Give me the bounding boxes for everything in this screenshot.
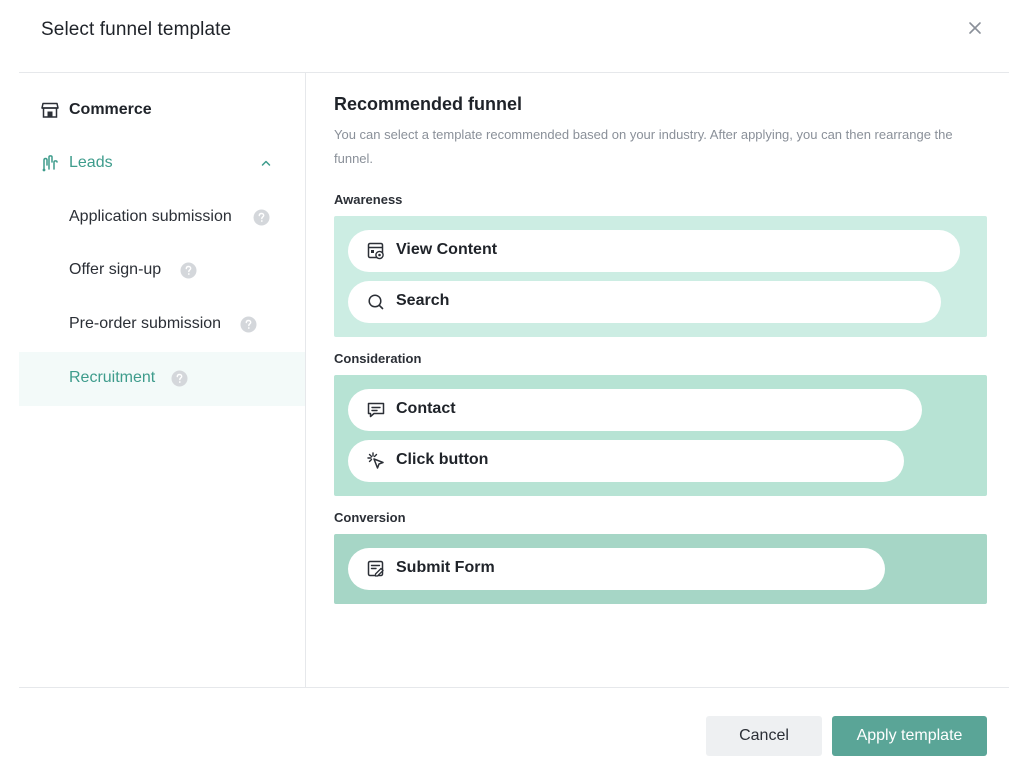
event-click-button[interactable]: Click button <box>348 440 904 482</box>
event-submit-form[interactable]: Submit Form <box>348 548 885 590</box>
close-button[interactable] <box>962 15 988 41</box>
view-content-icon <box>367 242 384 260</box>
section-title: Recommended funnel <box>334 94 523 114</box>
sidebar-subitem-recruitment[interactable]: Recruitment <box>19 352 305 406</box>
sidebar-item-label: Leads <box>69 154 113 171</box>
event-label: Contact <box>396 400 456 417</box>
section-description: You can select a template recommended ba… <box>334 127 953 166</box>
stage-label-awareness: Awareness <box>334 192 403 207</box>
click-icon <box>367 452 384 469</box>
chat-icon <box>367 402 385 418</box>
sidebar-subitem-pre-order-submission[interactable]: Pre-order submission <box>19 299 305 351</box>
close-icon <box>969 22 981 34</box>
sidebar-subitem-label: Offer sign-up <box>69 261 162 278</box>
search-icon <box>368 294 384 310</box>
sidebar-item-commerce[interactable]: Commerce <box>19 92 305 128</box>
sidebar: Commerce Leads Application submission Of… <box>19 73 305 687</box>
dialog-header: Select funnel template <box>0 0 1024 72</box>
chevron-up-icon[interactable] <box>259 156 273 170</box>
sidebar-subitem-label: Application submission <box>69 208 232 225</box>
footer-divider <box>19 687 1009 688</box>
cancel-button[interactable]: Cancel <box>706 716 822 756</box>
funnel-template-dialog: Select funnel template Commerce Leads Ap… <box>0 0 1024 774</box>
sidebar-subitem-application-submission[interactable]: Application submission <box>19 192 305 244</box>
help-icon[interactable] <box>253 209 270 226</box>
sidebar-subitem-offer-sign-up[interactable]: Offer sign-up <box>19 245 305 297</box>
stage-label-conversion: Conversion <box>334 510 406 525</box>
form-icon <box>367 560 384 577</box>
help-icon[interactable] <box>171 370 188 387</box>
stage-awareness: View Content Search <box>334 216 987 337</box>
apply-template-button[interactable]: Apply template <box>832 716 987 756</box>
dialog-title: Select funnel template <box>41 19 232 40</box>
event-label: View Content <box>396 241 498 258</box>
store-icon <box>41 102 59 118</box>
event-label: Click button <box>396 451 489 468</box>
event-label: Submit Form <box>396 559 495 576</box>
help-icon[interactable] <box>240 316 257 333</box>
sidebar-item-label: Commerce <box>69 101 152 118</box>
sidebar-subitem-label: Pre-order submission <box>69 315 222 332</box>
sidebar-item-leads[interactable]: Leads <box>19 145 305 181</box>
sidebar-divider <box>305 73 306 687</box>
event-label: Search <box>396 292 450 309</box>
funnel-leads-icon <box>42 155 58 172</box>
stage-label-consideration: Consideration <box>334 351 422 366</box>
event-view-content[interactable]: View Content <box>348 230 960 272</box>
sidebar-subitem-label: Recruitment <box>69 369 156 386</box>
event-contact[interactable]: Contact <box>348 389 922 431</box>
stage-consideration: Contact Click button <box>334 375 987 496</box>
event-search[interactable]: Search <box>348 281 941 323</box>
help-icon[interactable] <box>180 262 197 279</box>
stage-conversion: Submit Form <box>334 534 987 604</box>
